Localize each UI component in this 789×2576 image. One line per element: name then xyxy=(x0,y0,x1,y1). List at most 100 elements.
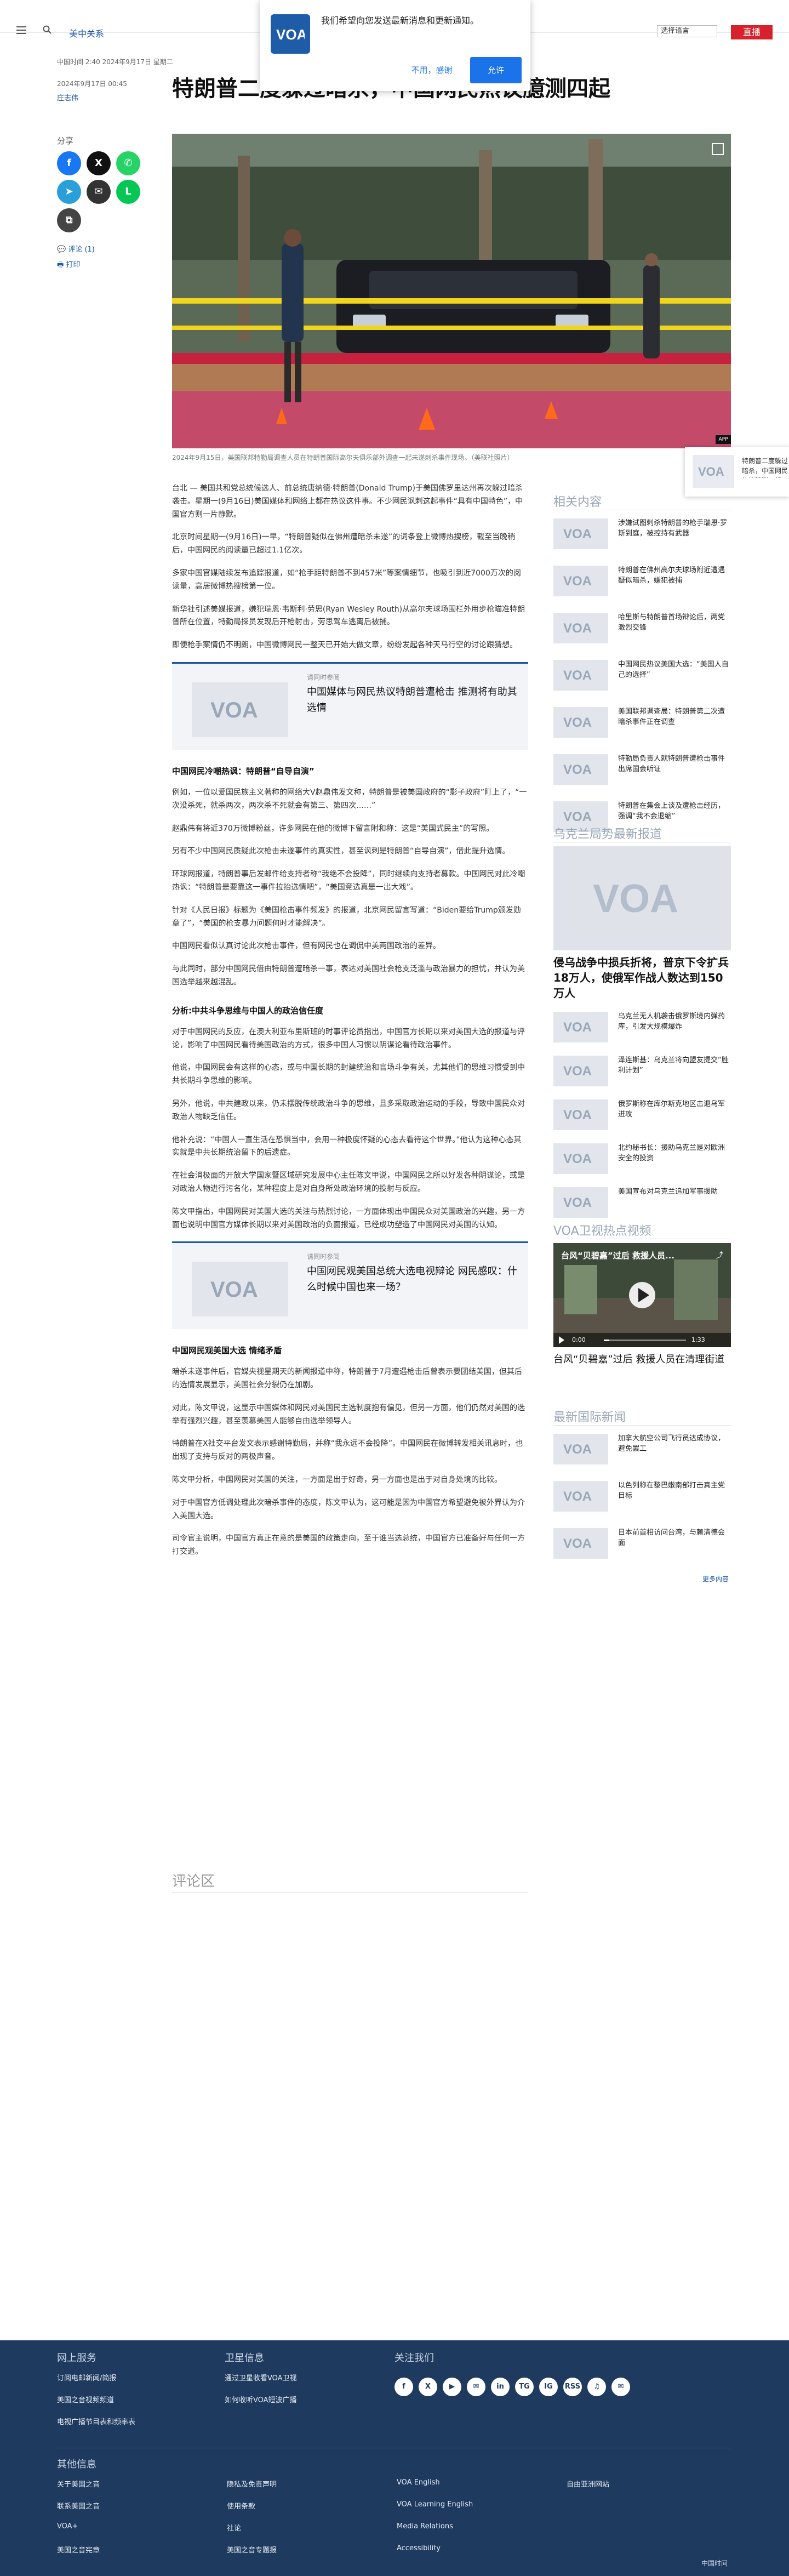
sidebar-news-item[interactable]: VOA 加拿大航空公司飞行员达成协议，避免罢工 xyxy=(553,1434,731,1468)
share-icon[interactable]: ⤴ xyxy=(716,1250,723,1261)
voa-logo-icon: VOA xyxy=(553,1056,608,1086)
video-caption[interactable]: 台风“贝碧嘉”过后 救援人员在清理街道 xyxy=(553,1353,731,1367)
telegram-share-icon[interactable]: ➤ xyxy=(57,180,81,204)
menu-icon[interactable] xyxy=(16,26,26,34)
related-article-card[interactable]: VOA 请同时参阅 中国媒体与网民热议特朗普遭枪击 推测将有助其选情 xyxy=(172,662,528,750)
sidebar-news-item[interactable]: VOA 涉嫌试图刺杀特朗普的枪手瑞恩·罗斯到庭，被控持有武器 xyxy=(553,518,731,552)
share-label: 分享 xyxy=(57,136,74,146)
ukraine-heading[interactable]: 乌克兰局势最新报道 xyxy=(553,824,662,842)
sidebar-news-item[interactable]: VOA 中国网民热议美国大选：“美国人自己的选择” xyxy=(553,660,731,694)
divider xyxy=(553,1425,731,1426)
author-link[interactable]: 庄志伟 xyxy=(57,92,78,102)
video-duration: 1:33 xyxy=(691,1336,705,1343)
copy-link-icon[interactable]: ⧉ xyxy=(57,208,81,232)
article-paragraph: 对此，陈文甲说，这显示中国媒体和网民对美国民主选制度抱有偏见，但另一方面，他们仍… xyxy=(172,1403,525,1426)
social-icon[interactable]: ✉ xyxy=(611,2378,630,2396)
hero-image xyxy=(172,134,731,448)
intl-heading[interactable]: 最新国际新闻 xyxy=(553,1407,626,1425)
svg-text:VOA: VOA xyxy=(563,668,592,683)
social-icon[interactable]: TG xyxy=(515,2378,534,2396)
facebook-share-icon[interactable]: f xyxy=(57,151,81,175)
sidebar-news-item[interactable]: VOA 美国联邦调查局：特朗普第二次遭暗杀事件正在调查 xyxy=(553,707,731,741)
footer-link[interactable]: 电视广播节目表和频率表 xyxy=(57,2416,135,2426)
sidebar-news-item[interactable]: VOA 日本前首相访问台湾，与赖清德会面 xyxy=(553,1528,731,1562)
voa-logo-icon: VOA xyxy=(192,682,288,737)
notification-message: 我们希望向您发送最新消息和更新通知。 xyxy=(321,15,479,26)
more-link[interactable]: 更多内容 xyxy=(702,1574,729,1583)
section-link[interactable]: 美中关系 xyxy=(69,26,104,39)
feature-title[interactable]: 侵乌战争中损兵折将，普京下令扩兵18万人，使俄军作战人数达到150万人 xyxy=(553,955,731,1001)
footer-link[interactable]: 美国之音视频频道 xyxy=(57,2394,114,2404)
social-icon[interactable]: RSS xyxy=(563,2378,582,2396)
comments-heading: 评论区 xyxy=(172,1873,215,1890)
footer-link[interactable]: 社论 xyxy=(227,2522,241,2533)
sidebar-news-item[interactable]: VOA 哈里斯与特朗普首场辩论后，两党激烈交锋 xyxy=(553,613,731,647)
footer-link[interactable]: 美国之音宪章 xyxy=(57,2544,100,2555)
footer-link[interactable]: 联系美国之音 xyxy=(57,2500,100,2511)
sidebar-news-title: 美国宣布对乌克兰追加军事援助 xyxy=(618,1188,718,1196)
svg-text:VOA: VOA xyxy=(210,698,258,722)
notification-decline-button[interactable]: 不用，感谢 xyxy=(403,57,460,83)
voa-logo-icon: VOA xyxy=(271,14,310,54)
print-link[interactable]: 🖶 打印 xyxy=(57,259,80,272)
social-icon[interactable]: f xyxy=(395,2378,413,2396)
local-time: 中国时间 2:40 2024年9月17日 星期二 xyxy=(57,58,173,66)
sidebar-news-item[interactable]: VOA 以色列称在黎巴嫩南部打击真主党目标 xyxy=(553,1481,731,1515)
voa-logo-icon: VOA xyxy=(553,707,608,738)
svg-text:VOA: VOA xyxy=(563,1442,592,1457)
footer-link[interactable]: 关于美国之音 xyxy=(57,2478,100,2489)
footer-copyright: 中国时间 xyxy=(701,2560,728,2567)
footer-link[interactable]: VOA+ xyxy=(57,2522,78,2531)
sidebar-news-item[interactable]: VOA 乌克兰无人机袭击俄罗斯境内弹药库，引发大规模爆炸 xyxy=(553,1012,731,1046)
feature-image[interactable]: VOA xyxy=(553,846,731,950)
email-share-icon[interactable]: ✉ xyxy=(87,180,111,204)
article-paragraph: 多家中国官媒陆续发布追踪报道，如“枪手距特朗普不到457米”等案情细节，也吸引到… xyxy=(172,568,521,591)
footer-link[interactable]: VOA English xyxy=(397,2478,440,2487)
notification-allow-button[interactable]: 允许 xyxy=(470,57,522,83)
sidebar-news-item[interactable]: VOA 美国宣布对乌克兰追加军事援助 xyxy=(553,1187,731,1221)
article-paragraph: 另外，他说，中共建政以来，仍未摆脱传统政治斗争的思维，且多采取政治运动的手段，导… xyxy=(172,1099,525,1121)
sidebar-news-item[interactable]: VOA 北约秘书长：援助乌克兰是对欧洲安全的投资 xyxy=(553,1143,731,1177)
related-article-card[interactable]: VOA 请同时参阅 中国网民观美国总统大选电视辩论 网民感叹：什么时候中国也来一… xyxy=(172,1241,528,1330)
social-icon[interactable]: in xyxy=(491,2378,510,2396)
article-paragraph: 中国网民看似认真讨论此次枪击事件，但有网民也在调侃中美两国政治的差异。 xyxy=(172,942,441,951)
video-heading[interactable]: VOA卫视热点视频 xyxy=(553,1221,651,1239)
live-button[interactable]: 直播 xyxy=(731,25,773,39)
footer-link[interactable]: VOA Learning English xyxy=(397,2500,473,2509)
x-share-icon[interactable]: X xyxy=(87,151,111,175)
video-player[interactable]: 台风“贝碧嘉”过后 救援人员... ⤴ 0:00 1:33 xyxy=(553,1243,731,1347)
footer-link[interactable]: 美国之音专题报 xyxy=(227,2544,277,2555)
social-icon[interactable]: X xyxy=(419,2378,437,2396)
article-paragraph: 对于中国网民的反应，在澳大利亚布里斯班的时事评论员指出，中国官方长期以来对美国大… xyxy=(172,1027,525,1050)
whatsapp-share-icon[interactable]: ✆ xyxy=(116,151,140,175)
social-icon[interactable]: ▶ xyxy=(443,2378,461,2396)
footer-link[interactable]: 如何收听VOA短波广播 xyxy=(225,2394,297,2404)
sidebar-news-item[interactable]: VOA 特朗普在佛州高尔夫球场附近遭遇疑似暗杀，嫌犯被捕 xyxy=(553,566,731,600)
svg-text:VOA: VOA xyxy=(593,877,678,921)
sidebar-news-item[interactable]: VOA 俄罗斯称在库尔斯克地区击退乌军进攻 xyxy=(553,1099,731,1133)
sidebar-news-item[interactable]: VOA 泽连斯基：乌克兰将向盟友提交“胜利计划” xyxy=(553,1056,731,1090)
footer-other-heading: 其他信息 xyxy=(57,2459,96,2470)
footer-link[interactable]: 隐私及免责声明 xyxy=(227,2478,277,2489)
social-icon[interactable]: ♫ xyxy=(587,2378,606,2396)
search-icon[interactable] xyxy=(43,25,52,34)
svg-text:VOA: VOA xyxy=(698,465,724,478)
voa-logo-icon: VOA xyxy=(553,660,608,691)
social-icon[interactable]: ✉ xyxy=(467,2378,485,2396)
sidebar-news-title: 北约秘书长：援助乌克兰是对欧洲安全的投资 xyxy=(618,1144,725,1162)
floating-promo[interactable]: VOA 特朗普二度躲过暗杀，中国网民热议臆测四起 xyxy=(685,447,789,497)
footer-link[interactable]: 订阅电邮新闻/简报 xyxy=(57,2372,116,2383)
footer-link[interactable]: Accessibility xyxy=(397,2544,441,2552)
image-caption: 2024年9月15日，美国联邦特勤局调查人员在特朗普国际高尔夫俱乐部外调查一起未… xyxy=(172,454,514,461)
sidebar-news-title: 乌克兰无人机袭击俄罗斯境内弹药库，引发大规模爆炸 xyxy=(618,1012,725,1031)
line-share-icon[interactable]: L xyxy=(116,180,140,204)
footer-link[interactable]: 自由亚洲网站 xyxy=(567,2478,609,2489)
footer-link[interactable]: 使用条款 xyxy=(227,2500,255,2511)
sidebar-news-item[interactable]: VOA 特勤局负责人就特朗普遭枪击事件出席国会听证 xyxy=(553,754,731,788)
footer-link[interactable]: Media Relations xyxy=(397,2522,453,2531)
svg-text:VOA: VOA xyxy=(563,715,592,730)
comments-link[interactable]: 💬 评论 (1) xyxy=(57,243,95,254)
social-icon[interactable]: IG xyxy=(539,2378,558,2396)
language-select[interactable]: 选择语言 xyxy=(657,25,717,37)
footer-link[interactable]: 通过卫星收看VOA卫视 xyxy=(225,2372,297,2383)
